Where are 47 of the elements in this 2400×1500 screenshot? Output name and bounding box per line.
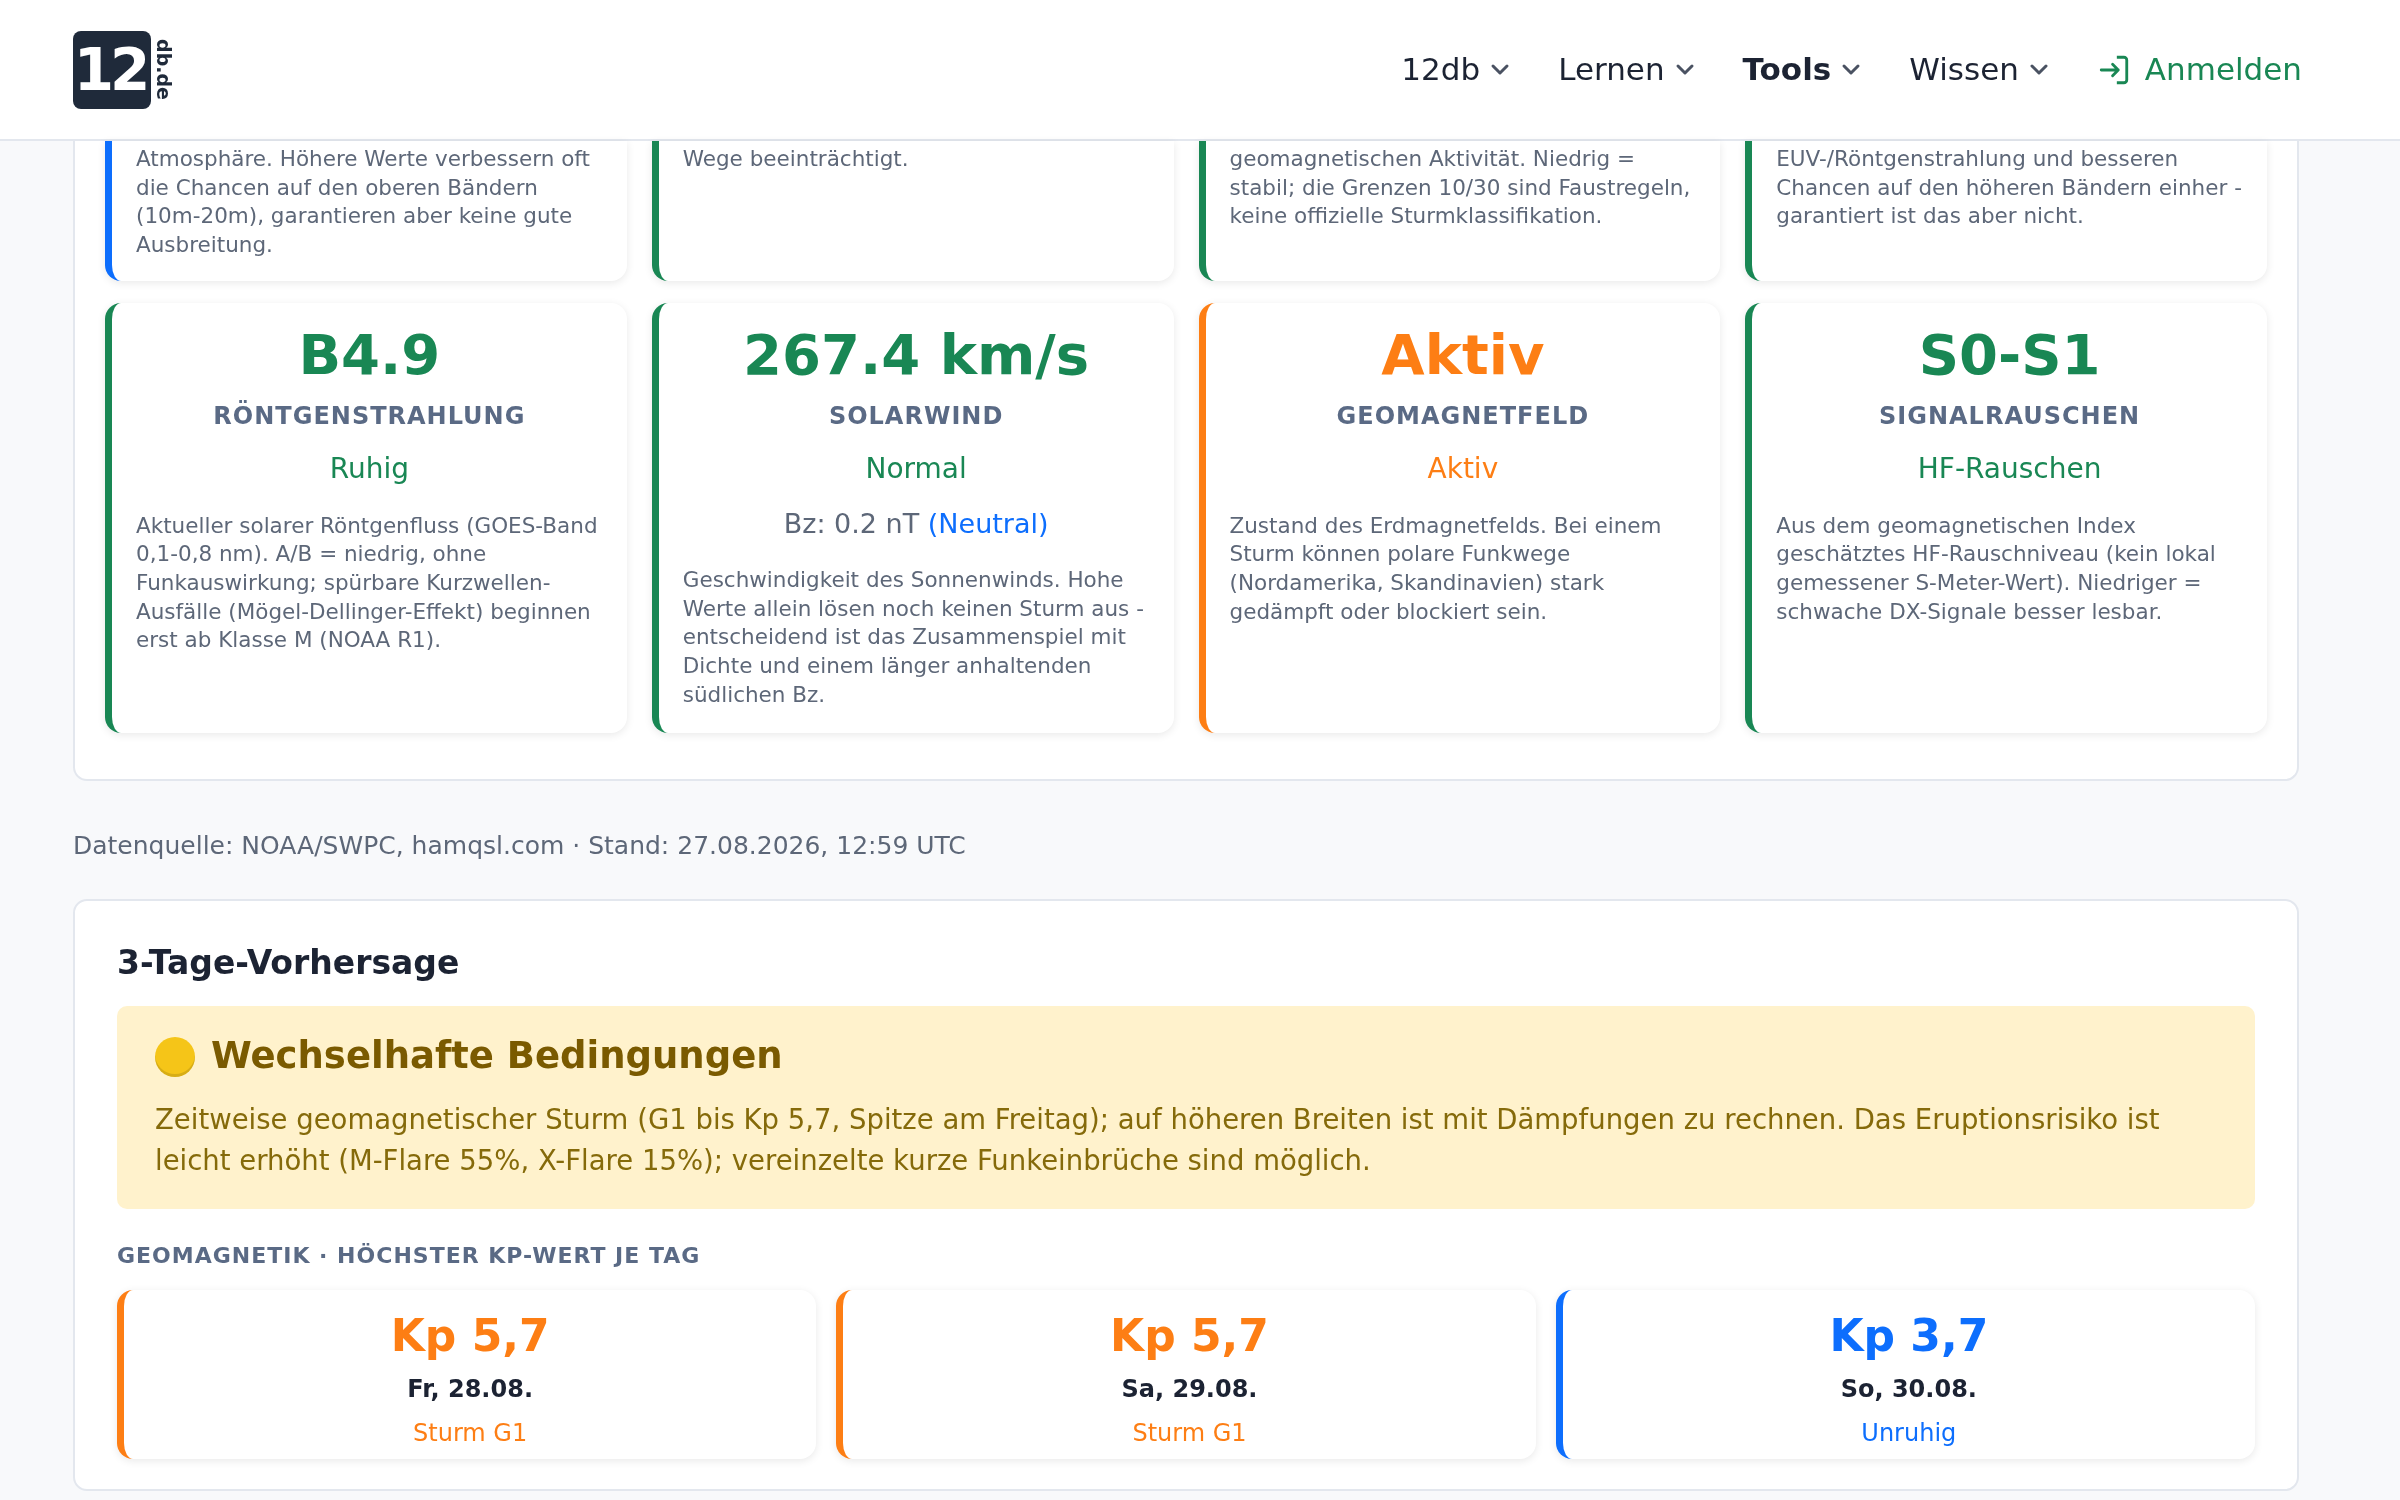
nav-menu-link[interactable]: 12db: [1401, 46, 1511, 93]
day-date: Sa, 29.08.: [1120, 1374, 1259, 1405]
metric-status: Aktiv: [1426, 450, 1500, 487]
metric-status: Ruhig: [328, 450, 410, 487]
metric-value: Aktiv: [1380, 323, 1546, 388]
login-link[interactable]: Anmelden: [2096, 46, 2302, 93]
circle-icon: [155, 1036, 195, 1077]
day-status: Sturm G1: [1131, 1418, 1248, 1449]
nav-menu-link[interactable]: Tools: [1742, 46, 1862, 93]
kp-value: Kp 3,7: [1828, 1310, 1990, 1363]
metric-value: S0-S1: [1917, 323, 2102, 388]
metric-value: B4.9: [297, 323, 442, 388]
metric-value: 267.4 km/s: [742, 323, 1091, 388]
card-description: geomagnetischen Aktivität. Niedrig = stabil; die Grenzen 10/30 sind Faustregeln, keine offizielle Sturmklassifikation.: [1229, 145, 1692, 231]
card-description: Aktueller solarer Röntgenfluss (GOES-Band 0,1-0,8 nm). A/B = niedrig, ohne Funkauswirkung; spürbare Kurzwellen-Ausfälle (Mögel-Dellinger-Effekt) beginnen erst ab Klasse M (NOAA R1).: [136, 511, 599, 655]
caret-icon: [1841, 62, 1862, 77]
metric-title: RÖNTGENSTRAHLUNG: [212, 399, 527, 432]
metric-title: SIGNALRAUSCHEN: [1878, 400, 2142, 432]
metric-title: SOLARWIND: [827, 400, 1005, 432]
section-title: 3-Tage-Vorhersage: [117, 942, 461, 983]
day-date: So, 30.08.: [1839, 1374, 1978, 1405]
metric-title: GEOMAGNETFELD: [1335, 400, 1591, 432]
card-description: Zustand des Erdmagnetfelds. Bei einem Sturm können polare Funkwege (Nordamerika, Skandinavien) stark gedämpft oder blockiert sein.: [1229, 511, 1663, 626]
caret-icon: [1490, 62, 1511, 77]
logo-mark[interactable]: 12: [73, 30, 151, 109]
metric-status: Normal: [864, 450, 968, 487]
alert-title: Wechselhafte Bedingungen: [211, 1034, 783, 1079]
data-source-text: Datenquelle: NOAA/SWPC, hamqsl.com · Stand: 27.08.2026, 12:59 UTC: [73, 830, 967, 863]
card-description: EUV-/Röntgenstrahlung und besseren Chancen auf den höheren Bändern einher - garantiert ist das aber nicht.: [1776, 145, 2243, 231]
day-date: Fr, 28.08.: [406, 1374, 534, 1405]
card-description: Wege beeinträchtigt.: [682, 145, 910, 173]
caret-icon: [1674, 62, 1695, 77]
bz-reading: Bz: 0.2 nT (Neutral): [782, 506, 1050, 541]
card-description: Aus dem geomagnetischen Index geschätztes HF-Rauschniveau (kein lokal gemessener S-Meter-Wert). Niedriger = schwache DX-Signale besser lesbar.: [1776, 511, 2217, 626]
nav-menu-link[interactable]: Wissen: [1909, 46, 2049, 93]
card-description: Geschwindigkeit des Sonnenwinds. Hohe Werte allein lösen noch keinen Sturm aus - entscheidend ist das Zusammenspiel mit Dichte und einem länger anhaltenden südlichen Bz.: [682, 566, 1145, 709]
kp-value: Kp 5,7: [389, 1310, 551, 1363]
day-status: Sturm G1: [412, 1418, 529, 1449]
metric-status: HF-Rauschen: [1916, 450, 2103, 487]
day-status: Unruhig: [1860, 1418, 1958, 1449]
caret-icon: [2028, 62, 2049, 77]
alert-text: Zeitweise geomagnetischer Sturm (G1 bis Kp 5,7, Spitze am Freitag); auf höheren Breiten ist mit Dämpfungen zu rechnen. Das Eruptionsrisiko ist leicht erhöht (M-Flare 55%, X-Flare 15%); vereinzelte kurze Funkeinbrüche sind möglich.: [155, 1101, 2161, 1178]
logo-text: db.de: [153, 39, 173, 100]
section-label: GEOMAGNETIK · HÖCHSTER KP-WERT JE TAG: [117, 1242, 702, 1271]
nav-menu-link[interactable]: Lernen: [1558, 46, 1695, 93]
kp-value: Kp 5,7: [1109, 1310, 1270, 1363]
card-description: Atmosphäre. Höhere Werte verbessern oft die Chancen auf den oberen Bändern (10m-20m), garantieren aber keine gute Ausbreitung.: [136, 145, 591, 259]
